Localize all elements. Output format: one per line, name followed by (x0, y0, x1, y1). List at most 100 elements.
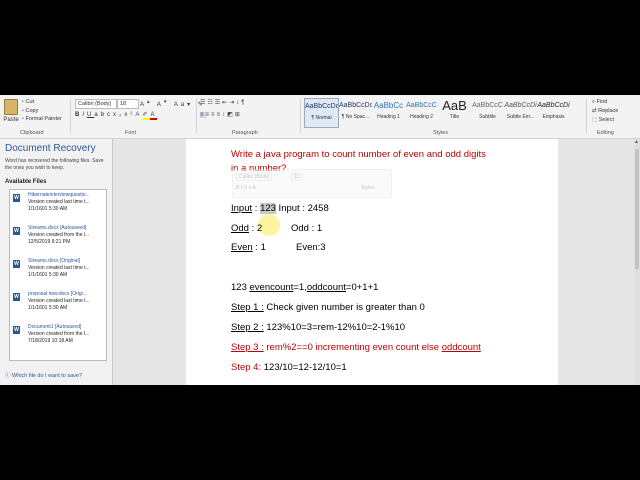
find-label: Find (596, 99, 608, 105)
ribbon-divider (300, 98, 301, 134)
init-line: 123 evencount=1,oddcount=0+1+1 (231, 282, 378, 293)
clipboard-group-label: Clipboard (20, 130, 44, 136)
input-value-selected: 123 (260, 203, 276, 214)
list-item[interactable]: W Streams.docx [Autosaved] Version create… (13, 225, 105, 255)
style-preview: AaBbCcDi (504, 102, 537, 109)
init-number: 123 (231, 282, 250, 293)
word-window: Paste Cut Copy Format Painter Clipboard … (0, 95, 640, 385)
numbering-icon[interactable]: ☷ (207, 100, 214, 106)
style-subtitle[interactable]: AaBbCcC Subtitle (471, 98, 504, 126)
input-second: Input : 2458 (275, 203, 329, 214)
available-files-label: Available Files (5, 179, 47, 185)
step1-line: Step 1 : Check given number is greater t… (231, 302, 425, 313)
oddcount-word: oddcount (306, 282, 346, 293)
document-page[interactable]: Write a java program to count number of … (186, 139, 558, 385)
list-item[interactable]: W proposal new.docx [Origi... Version cre… (13, 291, 105, 321)
editing-group-label: Editing (597, 130, 614, 136)
even-second: Even:3 (296, 242, 326, 253)
step2-label: Step 2 : (231, 322, 264, 333)
pilcrow-icon[interactable]: ¶ (241, 100, 246, 106)
strikethrough-button[interactable]: abc (94, 112, 113, 118)
word-doc-icon: W (13, 326, 20, 334)
shading-icon[interactable]: ◩ (227, 112, 235, 118)
recovery-file-list: W Hibernateinterviewquestio... Version cr… (9, 189, 107, 361)
word-doc-icon: W (13, 260, 20, 268)
list-item[interactable]: W Streams.docx [Original] Version created… (13, 258, 105, 288)
style-name: ¶ No Spac... (341, 114, 370, 120)
step4-text: 123/10=12-12/10=1 (261, 362, 347, 373)
style-name: Heading 1 (377, 114, 400, 120)
borders-icon[interactable]: ⊞ (235, 112, 242, 118)
superscript-button[interactable]: x² (124, 112, 135, 118)
font-name-dropdown[interactable]: Calibri (Body) (75, 99, 117, 109)
odd-value: : 2 (248, 223, 263, 234)
file-version: Version created last time t... (28, 199, 90, 206)
scroll-up-icon[interactable]: ▲ (634, 139, 639, 145)
replace-button[interactable]: ⇄ Replace (592, 107, 618, 116)
file-date: 12/5/2019 9:21 PM (28, 239, 71, 246)
font-color-icon[interactable]: A (150, 112, 158, 120)
init-tail: =0+1+1 (345, 282, 379, 293)
step4-line: Step 4: 123/10=12-12/10=1 (231, 362, 347, 373)
style-no-spacing[interactable]: AaBbCcDc ¶ No Spac... (339, 98, 372, 126)
font-size-dropdown[interactable]: 18 (117, 99, 139, 109)
style-preview: AaBbCcC (406, 102, 437, 109)
style-normal[interactable]: AaBbCcDc ¶ Normal (304, 98, 339, 128)
select-button[interactable]: ⬚ Select (592, 116, 618, 125)
style-heading-1[interactable]: AaBbCc Heading 1 (372, 98, 405, 126)
paragraph-group-label: Paragraph (232, 130, 258, 136)
step1-text: Check given number is greater than 0 (263, 302, 425, 313)
init-eq: =1, (293, 282, 307, 293)
cut-button[interactable]: Cut (22, 98, 62, 107)
odd-label: Odd (231, 223, 249, 234)
paragraph-row-1: ☰☷☰⇤⇥↕¶ (200, 99, 246, 106)
recovery-description: Word has recovered the following files. … (5, 158, 104, 171)
mini-font-name[interactable]: Calibri (Body) (236, 173, 273, 181)
subscript-button[interactable]: x₂ (113, 112, 124, 118)
ribbon-divider (70, 98, 71, 134)
find-button[interactable]: ⌕ Find (592, 98, 618, 107)
mini-toolbar[interactable]: Calibri (Body) 11 B I U ≡ A Styles (232, 169, 392, 198)
recovery-help-link[interactable]: Which file do I want to save? (5, 371, 82, 379)
file-version: Version created last time t... (28, 298, 90, 305)
document-area: Write a java program to count number of … (113, 139, 634, 385)
list-item[interactable]: W Document1 [Autosaved] Version created f… (13, 324, 105, 354)
scrollbar-thumb[interactable] (635, 149, 639, 269)
file-date: 1/1/1601 5:30 AM (28, 305, 68, 312)
style-name: Heading 2 (410, 114, 433, 120)
even-value: : 1 (252, 242, 266, 253)
step3-line: Step 3 : rem%2==0 incrementing even coun… (231, 342, 481, 353)
step3-label: Step 3 : (231, 342, 264, 353)
style-preview: AaBbCc (373, 101, 404, 110)
style-preview: AaBbCcDc (305, 103, 338, 110)
replace-label: Replace (598, 108, 619, 114)
file-version: Version created from the l... (28, 232, 90, 239)
style-name: Emphasis (542, 114, 565, 120)
paste-button[interactable]: Paste (2, 97, 20, 127)
file-text: Streams.docx [Original] Version created l… (28, 258, 106, 280)
list-item[interactable]: W Hibernateinterviewquestio... Version cr… (13, 192, 105, 222)
input-sep: : (252, 203, 261, 214)
file-name: Streams.docx [Original] (28, 258, 80, 264)
styles-group-label: Styles (433, 130, 448, 136)
cursor-icon: ⬚ (592, 117, 599, 123)
step2-line: Step 2 : 123%10=3=rem-12%10=2-1%10 (231, 322, 405, 333)
style-emphasis[interactable]: AaBbCcDi Emphasis (537, 98, 570, 126)
even-label: Even (231, 242, 253, 253)
file-version: Version created last time t... (28, 265, 90, 272)
format-painter-button[interactable]: Format Painter (22, 115, 61, 124)
mini-format-buttons[interactable]: B I U ≡ A (236, 185, 256, 191)
paste-label: Paste (3, 117, 19, 123)
evencount-word: evencount (249, 282, 294, 293)
style-subtle-emphasis[interactable]: AaBbCcDi Subtle Em... (504, 98, 537, 126)
copy-button[interactable]: Copy (22, 107, 62, 116)
style-title[interactable]: AaB Title (438, 98, 471, 126)
recovery-title: Document Recovery (5, 143, 96, 154)
mini-styles-button[interactable]: Styles (361, 185, 375, 191)
mini-font-size[interactable]: 11 (291, 173, 303, 181)
word-doc-icon: W (13, 194, 20, 202)
font-group-label: Font (125, 130, 137, 136)
ribbon-divider (196, 98, 197, 134)
style-heading-2[interactable]: AaBbCcC Heading 2 (405, 98, 438, 126)
vertical-scrollbar[interactable]: ▲ (634, 139, 640, 385)
